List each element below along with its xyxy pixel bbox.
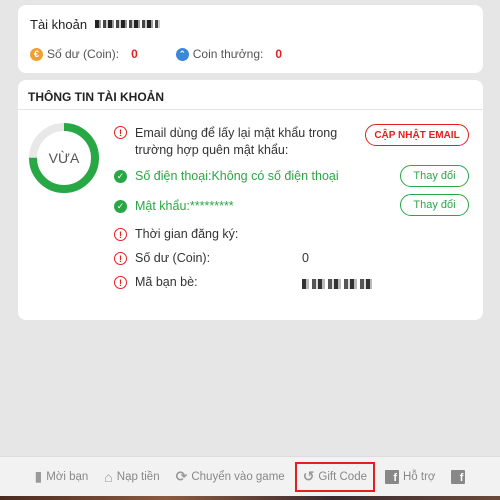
friend-code-label: Mã bạn bè: <box>135 275 198 289</box>
registered-label: Thời gian đăng ký: <box>135 227 239 241</box>
check-icon: ✓ <box>114 170 127 183</box>
facebook-icon: f <box>451 469 466 484</box>
change-password-button[interactable]: Thay đổi <box>400 194 469 216</box>
phone-info: ✓ Số điện thoại:Không có số điện thoại <box>114 169 339 183</box>
history-icon: ↺ <box>302 468 315 484</box>
bonus-value: 0 <box>275 47 283 61</box>
nav-invite[interactable]: ▮ Mời bạn <box>29 462 95 492</box>
nav-topup[interactable]: ⌂ Nạp tiền <box>98 462 165 492</box>
nav-gift-code-label: Gift Code <box>318 470 367 483</box>
password-text: Mật khẩu:********* <box>135 199 234 213</box>
info-balance-label: Số dư (Coin): <box>135 251 211 265</box>
bonus-label: Coin thưởng: <box>192 47 264 61</box>
warning-icon: ! <box>114 252 127 265</box>
account-label: Tài khoản <box>30 16 88 32</box>
nav-topup-label: Nạp tiền <box>116 470 160 483</box>
bookmark-icon: ▮ <box>34 468 43 484</box>
balance-value: 0 <box>131 47 138 61</box>
warning-icon: ! <box>114 126 127 139</box>
masked-username <box>95 20 161 28</box>
nav-switch-game[interactable]: ⟳ Chuyển vào game <box>170 462 291 492</box>
masked-friend-code <box>302 279 372 289</box>
info-balance-value: 0 <box>302 251 309 265</box>
nav-facebook[interactable]: f <box>445 462 471 492</box>
account-summary-card: Tài khoản € Số dư (Coin): 0 ⌃ Coin thưởn… <box>18 5 483 73</box>
email-info: ! Email dùng để lấy lại mật khẩu trong t… <box>114 125 365 159</box>
change-phone-button[interactable]: Thay đổi <box>400 165 469 187</box>
bank-icon: ⌂ <box>104 468 113 485</box>
facebook-icon: f <box>385 469 399 484</box>
bottom-navigation: ▮ Mời bạn ⌂ Nạp tiền ⟳ Chuyển vào game ↺… <box>0 456 500 496</box>
coin-row: € Số dư (Coin): 0 ⌃ Coin thưởng: 0 <box>30 45 471 63</box>
nav-gift-code[interactable]: ↺ Gift Code <box>294 461 375 492</box>
account-row: Tài khoản <box>30 15 471 33</box>
balance-info: ! Số dư (Coin): <box>114 251 210 265</box>
warning-icon: ! <box>114 228 127 241</box>
password-info: ✓ Mật khẩu:********* <box>114 199 234 213</box>
check-icon: ✓ <box>114 200 127 213</box>
nav-invite-label: Mời bạn <box>46 470 89 483</box>
nav-support[interactable]: f Hỗ trợ <box>379 462 441 492</box>
coin-icon: € <box>30 47 43 61</box>
registered-info: ! Thời gian đăng ký: <box>114 227 238 241</box>
section-title: THÔNG TIN TÀI KHOẢN <box>18 80 483 110</box>
balance-label: Số dư (Coin): <box>47 47 120 61</box>
nav-switch-game-label: Chuyển vào game <box>191 470 285 483</box>
friend-code-info: ! Mã bạn bè: <box>114 275 198 289</box>
nav-support-label: Hỗ trợ <box>403 470 436 483</box>
bonus-coin-icon: ⌃ <box>175 47 189 61</box>
email-text: Email dùng để lấy lại mật khẩu trong trư… <box>135 126 338 157</box>
background-strip <box>0 496 500 500</box>
account-info-card: THÔNG TIN TÀI KHOẢN VỪA ! Email dùng để … <box>18 80 483 320</box>
phone-text: Số điện thoại:Không có số điện thoại <box>135 169 339 183</box>
update-email-button[interactable]: CẬP NHẬT EMAIL <box>365 124 469 146</box>
refresh-icon: ⟳ <box>175 468 188 484</box>
warning-icon: ! <box>114 276 127 289</box>
strength-label: VỪA <box>48 150 80 166</box>
